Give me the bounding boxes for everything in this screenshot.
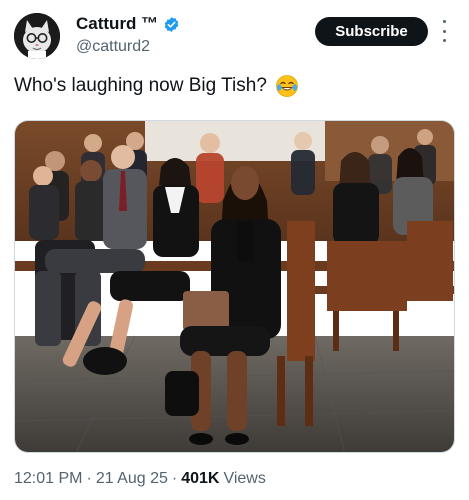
post-text: Who's laughing now Big Tish? [14, 75, 267, 96]
cat-avatar-image [14, 13, 60, 59]
user-handle[interactable]: @catturd2 [76, 38, 150, 56]
post-header: Catturd ™ @catturd2 Subscribe [0, 0, 469, 68]
display-name[interactable]: Catturd ™ [76, 14, 158, 34]
post-date[interactable]: 21 Aug 25 [96, 470, 168, 488]
subscribe-button[interactable]: Subscribe [315, 17, 428, 46]
post-meta: 12:01 PM · 21 Aug 25 · 401K Views [14, 470, 266, 488]
meta-separator: · [171, 470, 178, 487]
verified-badge-icon [163, 16, 180, 33]
post-time[interactable]: 12:01 PM [14, 470, 82, 488]
courtroom-photo-image [15, 121, 454, 452]
avatar[interactable] [14, 13, 60, 59]
views-label: Views [223, 470, 266, 487]
meta-separator: · [86, 470, 92, 487]
post-text-row: Who's laughing now Big Tish? [14, 74, 299, 98]
views-count: 401K [181, 470, 220, 487]
laughing-with-tears-emoji-icon [275, 74, 299, 98]
name-row: Catturd ™ [76, 14, 180, 34]
more-options-icon[interactable] [440, 20, 448, 42]
post-photo[interactable] [14, 120, 455, 453]
